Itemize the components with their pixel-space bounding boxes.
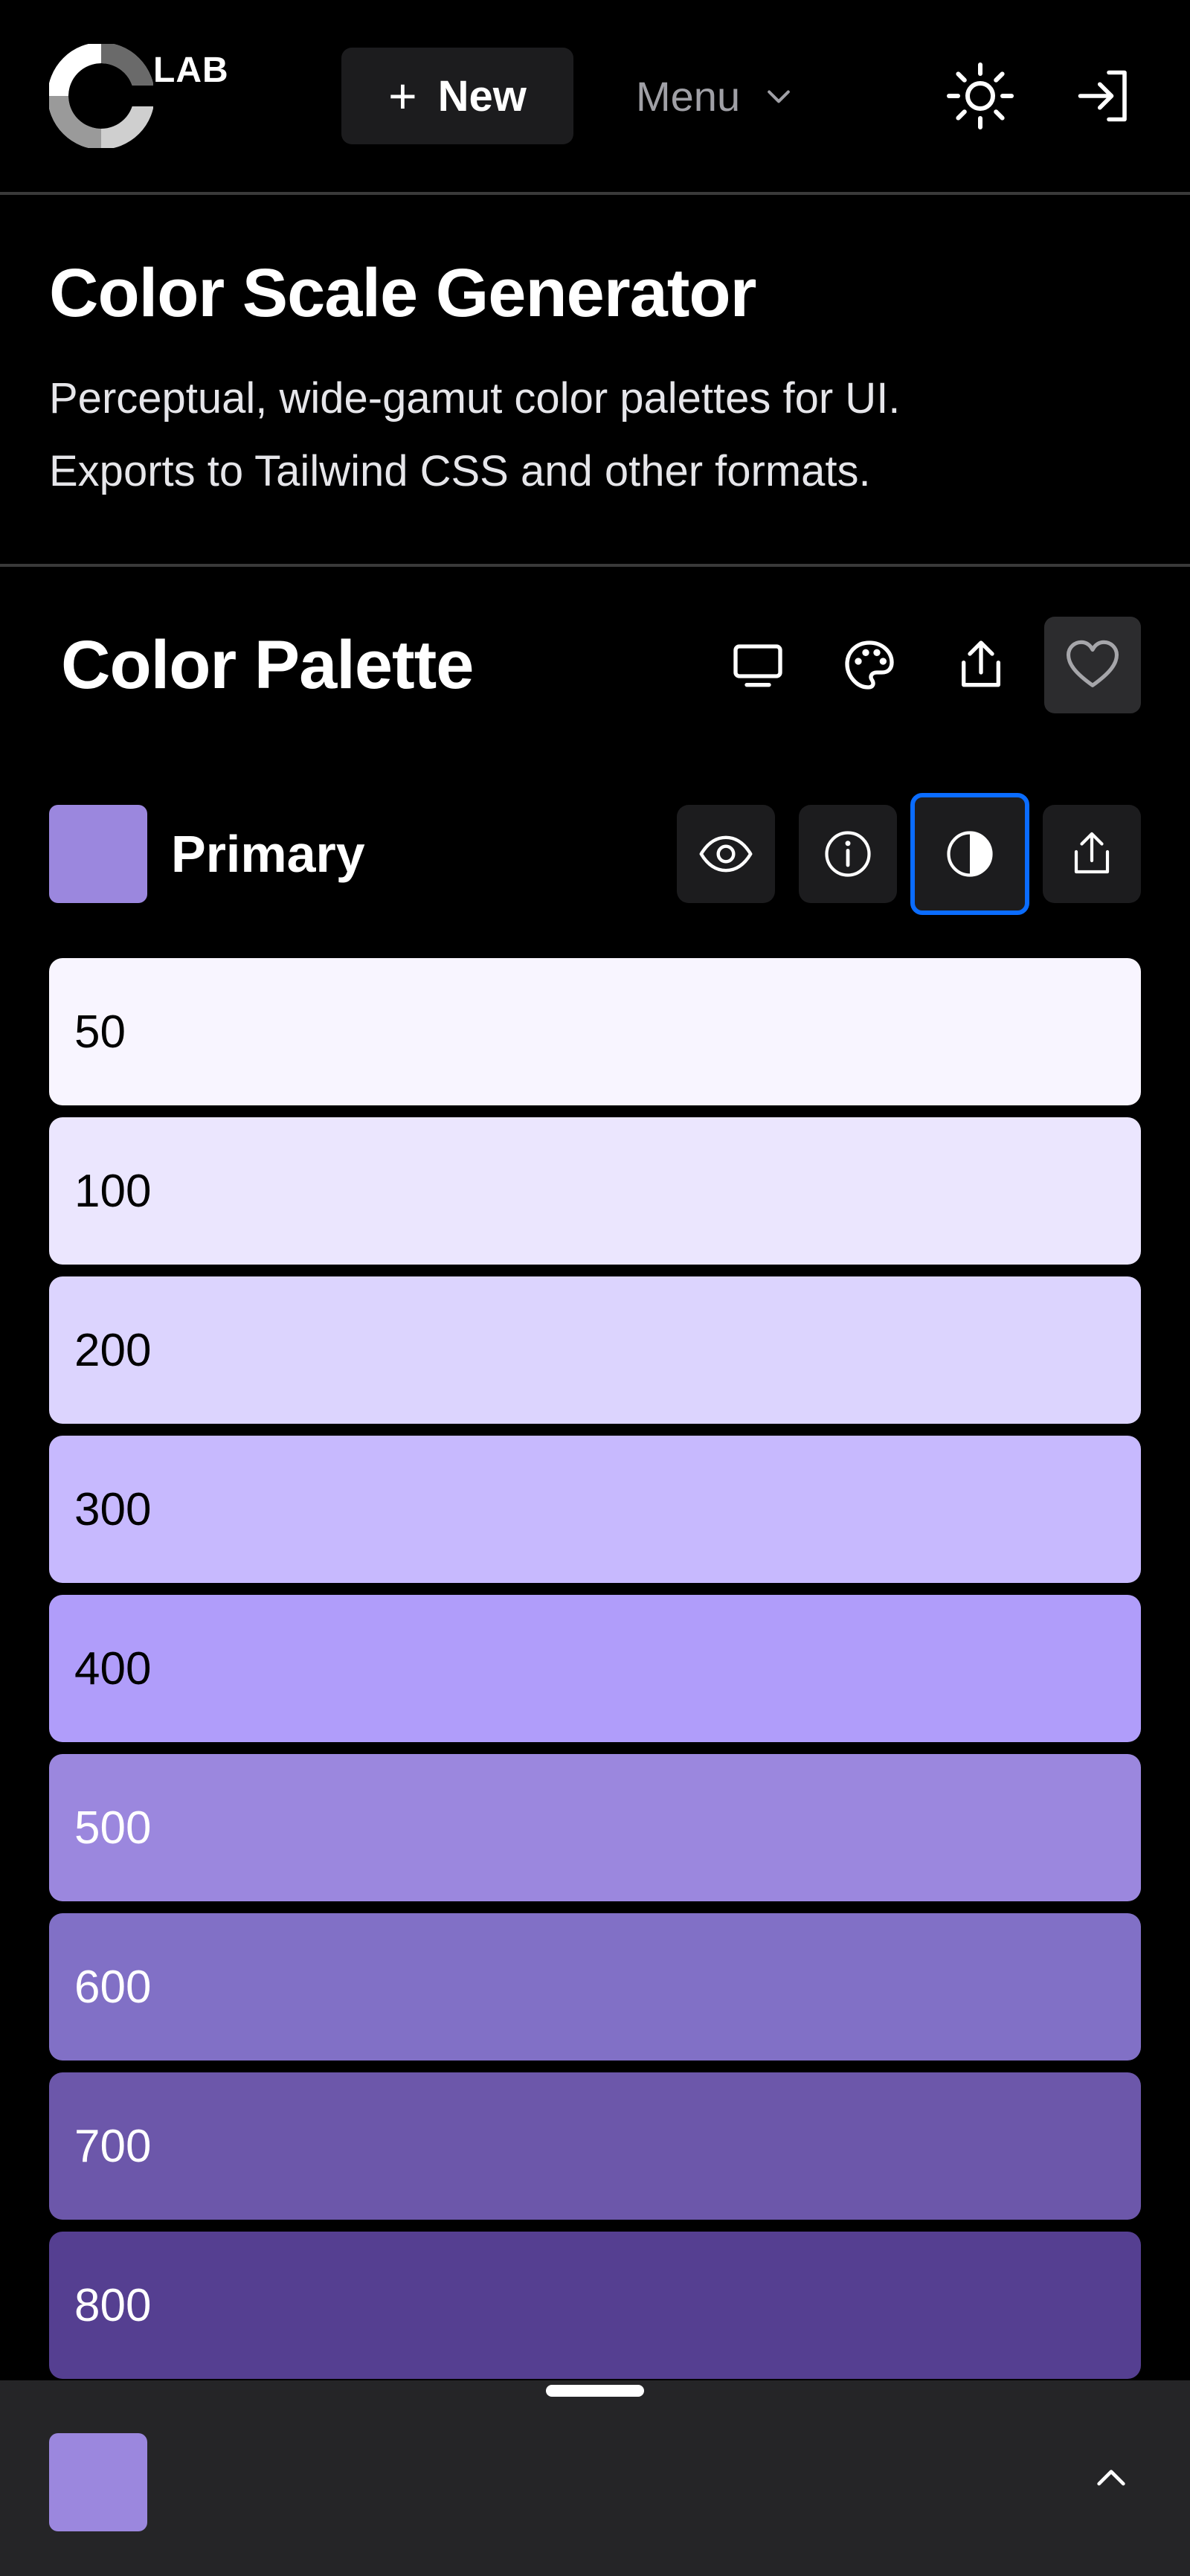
page: LAB + New Menu Color Scale Generator Per…: [0, 0, 1190, 2576]
description-line-2: Exports to Tailwind CSS and other format…: [49, 447, 871, 495]
share-icon: [962, 640, 1000, 687]
bottom-drawer: [0, 2380, 1190, 2576]
drawer-handle[interactable]: [546, 2385, 644, 2397]
login-button[interactable]: [1067, 54, 1141, 138]
sun-icon: [947, 62, 1014, 129]
shade-200[interactable]: 200: [49, 1276, 1141, 1424]
shade-600[interactable]: 600: [49, 1913, 1141, 2061]
new-button[interactable]: + New: [341, 48, 573, 144]
shade-400[interactable]: 400: [49, 1595, 1141, 1742]
description-line-1: Perceptual, wide-gamut color palettes fo…: [49, 374, 901, 423]
shade-label: 300: [74, 1483, 152, 1535]
logo-icon: [49, 44, 153, 148]
intro-section: Color Scale Generator Perceptual, wide-g…: [0, 195, 1190, 567]
plus-icon: +: [388, 68, 417, 123]
info-button[interactable]: [799, 805, 897, 903]
shade-label: 200: [74, 1324, 152, 1376]
primary-swatch[interactable]: [49, 805, 147, 903]
palette-header: Color Palette: [0, 568, 1190, 762]
palette-icon: [845, 640, 894, 690]
shade-800[interactable]: 800: [49, 2232, 1141, 2379]
eye-icon: [699, 835, 753, 873]
menu-button[interactable]: Menu: [636, 48, 795, 144]
top-bar: LAB + New Menu: [0, 0, 1190, 195]
primary-export-button[interactable]: [1043, 805, 1141, 903]
visibility-button[interactable]: [677, 805, 775, 903]
logo-text: LAB: [153, 51, 229, 90]
favorite-button[interactable]: [1044, 617, 1141, 713]
page-description: Perceptual, wide-gamut color palettes fo…: [49, 362, 1141, 508]
theme-button[interactable]: [821, 617, 918, 713]
chevron-up-icon: [1097, 2469, 1125, 2485]
drawer-swatch[interactable]: [49, 2432, 147, 2531]
shade-500[interactable]: 500: [49, 1754, 1141, 1901]
primary-color-row: Primary: [49, 793, 1141, 915]
sign-in-icon: [1078, 70, 1127, 122]
menu-button-label: Menu: [636, 72, 741, 120]
theme-toggle-button[interactable]: [939, 54, 1022, 138]
shade-700[interactable]: 700: [49, 2072, 1141, 2220]
color-scale: 50 100 200 300 400 500 600 700 800: [49, 958, 1141, 2391]
heart-icon: [1066, 640, 1119, 687]
shade-label: 600: [74, 1961, 152, 2013]
palette-title: Color Palette: [61, 626, 474, 703]
primary-label: Primary: [171, 825, 365, 883]
info-icon: [825, 831, 871, 877]
export-button[interactable]: [933, 617, 1029, 713]
shade-label: 700: [74, 2120, 152, 2172]
logo[interactable]: LAB: [49, 44, 246, 148]
shade-label: 400: [74, 1642, 152, 1695]
shade-label: 50: [74, 1006, 126, 1058]
shade-label: 500: [74, 1802, 152, 1854]
contrast-button[interactable]: [910, 793, 1029, 915]
page-title: Color Scale Generator: [49, 255, 756, 331]
drawer-toggle-button[interactable]: [1081, 2449, 1141, 2508]
shade-label: 800: [74, 2279, 152, 2331]
palette-toolbar: [710, 617, 1141, 713]
shade-300[interactable]: 300: [49, 1436, 1141, 1583]
monitor-icon: [733, 644, 782, 687]
chevron-down-icon: [768, 90, 790, 103]
preview-button[interactable]: [710, 617, 806, 713]
primary-actions: [677, 793, 1141, 915]
new-button-label: New: [437, 71, 527, 121]
contrast-icon: [947, 831, 993, 877]
shade-50[interactable]: 50: [49, 958, 1141, 1105]
shade-label: 100: [74, 1165, 152, 1217]
share-icon: [1074, 832, 1110, 874]
shade-100[interactable]: 100: [49, 1117, 1141, 1265]
